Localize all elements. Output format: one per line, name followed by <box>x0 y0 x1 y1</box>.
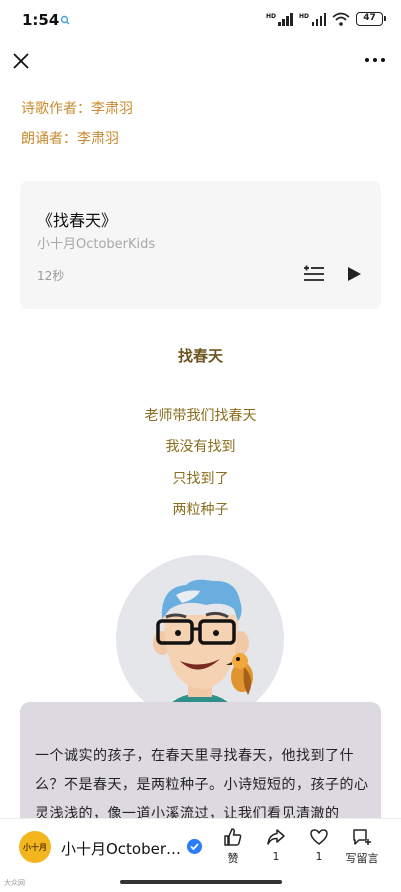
audio-author: 小十月OctoberKids <box>37 237 156 252</box>
account-name[interactable]: 小十月October… <box>61 838 181 859</box>
poet-credit: 诗歌作者：李肃羽 <box>21 101 133 117</box>
like-button[interactable]: 赞 <box>213 827 253 866</box>
author-avatar-illustration <box>116 555 284 723</box>
poem-title: 找春天 <box>177 347 223 365</box>
audio-player-card[interactable]: 《找春天》 小十月OctoberKids 12秒 <box>20 181 381 309</box>
verified-icon <box>187 839 202 854</box>
comment-icon <box>353 829 371 845</box>
battery-icon: 47 <box>356 12 386 26</box>
bottom-bar: 小十月 小十月October… 赞 1 1 写留言 <box>0 818 401 874</box>
watermark: 大众网 <box>4 879 25 887</box>
more-options-icon[interactable] <box>365 58 385 62</box>
like-label: 赞 <box>227 852 239 865</box>
share-count: 1 <box>272 850 280 863</box>
description-text: 一个诚实的孩子，在春天里寻找春天，他找到了什么？不是春天，是两粒种子。小诗短短的… <box>35 748 369 822</box>
status-bar: 1:54 HD HD 47 <box>0 0 401 40</box>
cartoon-face-icon <box>153 579 253 723</box>
share-button[interactable]: 1 <box>256 827 296 863</box>
poem-line: 我没有找到 <box>165 439 236 455</box>
status-icons: HD HD 47 <box>265 12 386 26</box>
status-time: 1:54 <box>22 11 60 29</box>
home-indicator[interactable] <box>120 880 282 884</box>
network-label: HD <box>265 12 276 20</box>
playlist-add-icon[interactable] <box>303 265 325 283</box>
poem-line: 老师带我们找春天 <box>144 408 257 424</box>
account-avatar[interactable]: 小十月 <box>19 831 51 863</box>
network-label-2: HD <box>298 12 309 20</box>
audio-duration: 12秒 <box>37 269 65 283</box>
description-card: 一个诚实的孩子，在春天里寻找春天，他找到了什么？不是春天，是两粒种子。小诗短短的… <box>20 702 381 832</box>
search-status-icon <box>60 15 70 25</box>
poem-line: 只找到了 <box>172 471 229 487</box>
share-icon <box>267 829 285 845</box>
account-avatar-text: 小十月 <box>23 842 47 852</box>
heart-icon <box>310 829 328 845</box>
signal-icon: HD <box>265 12 293 26</box>
thumbs-up-icon <box>224 828 242 846</box>
play-icon[interactable] <box>345 265 363 283</box>
audio-title: 《找春天》 <box>37 211 118 230</box>
favorite-button[interactable]: 1 <box>299 827 339 863</box>
wifi-icon <box>332 12 350 26</box>
poem-line: 两粒种子 <box>172 502 229 518</box>
nav-bar <box>0 40 401 84</box>
signal-icon-2: HD <box>298 12 326 26</box>
reader-credit: 朗诵者：李肃羽 <box>21 131 119 147</box>
close-icon[interactable] <box>10 50 32 72</box>
favorite-count: 1 <box>315 850 323 863</box>
comment-button[interactable]: 写留言 <box>342 827 382 866</box>
comment-label: 写留言 <box>345 852 379 865</box>
